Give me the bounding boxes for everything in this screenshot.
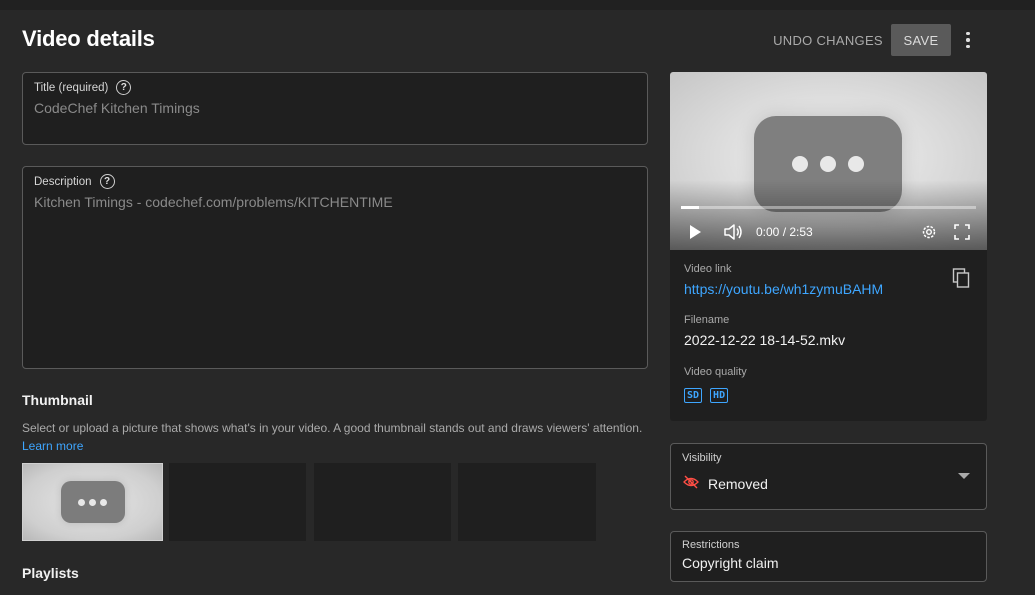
- title-field[interactable]: Title (required) ? CodeChef Kitchen Timi…: [22, 72, 648, 145]
- thumbnail-option-3[interactable]: [314, 463, 451, 541]
- help-icon[interactable]: ?: [99, 174, 115, 189]
- visibility-dropdown[interactable]: Visibility Removed: [670, 443, 987, 510]
- page-title: Video details: [22, 26, 155, 51]
- copy-icon[interactable]: [952, 268, 970, 293]
- fullscreen-icon[interactable]: [953, 222, 971, 242]
- description-field[interactable]: Description ? Kitchen Timings - codechef…: [22, 166, 648, 369]
- time-display: 0:00 / 2:53: [756, 225, 813, 239]
- title-input[interactable]: CodeChef Kitchen Timings: [34, 100, 200, 116]
- chevron-down-icon: [958, 473, 970, 479]
- thumbnail-heading: Thumbnail: [22, 392, 93, 408]
- video-quality-label: Video quality: [684, 366, 747, 378]
- undo-changes-button[interactable]: UNDO CHANGES: [770, 24, 886, 56]
- quality-badges: SD HD: [684, 388, 729, 403]
- title-label: Title (required) ?: [34, 80, 132, 95]
- sd-badge: SD: [684, 388, 703, 403]
- video-preview-card: 0:00 / 2:53 Video link https://youtu.be/…: [670, 72, 987, 421]
- progress-bar[interactable]: [681, 206, 976, 209]
- play-icon[interactable]: [688, 222, 702, 242]
- filename-label: Filename: [684, 314, 730, 326]
- restrictions-field: Restrictions Copyright claim: [670, 531, 987, 582]
- processing-placeholder-icon: [60, 481, 125, 523]
- learn-more-link[interactable]: Learn more: [22, 439, 83, 453]
- description-input[interactable]: Kitchen Timings - codechef.com/problems/…: [34, 194, 393, 210]
- visibility-value: Removed: [708, 475, 768, 492]
- top-strip: [0, 0, 1035, 10]
- save-button[interactable]: SAVE: [891, 24, 951, 56]
- restrictions-value: Copyright claim: [682, 555, 779, 571]
- thumbnail-option-1[interactable]: [22, 463, 163, 541]
- description-label: Description ?: [34, 174, 115, 189]
- video-player[interactable]: 0:00 / 2:53: [670, 72, 987, 250]
- player-gradient: [670, 180, 987, 250]
- progress-fill: [681, 206, 699, 209]
- more-vert-icon[interactable]: [956, 28, 980, 52]
- visibility-label: Visibility: [682, 452, 722, 464]
- gear-icon[interactable]: [920, 222, 938, 242]
- thumbnail-description: Select or upload a picture that shows wh…: [22, 421, 643, 435]
- help-icon[interactable]: ?: [116, 80, 132, 95]
- eye-off-icon: [683, 475, 699, 492]
- visibility-value-row: Removed: [683, 475, 768, 492]
- thumbnail-option-4[interactable]: [458, 463, 596, 541]
- video-link-label: Video link: [684, 263, 732, 275]
- hd-badge: HD: [710, 388, 729, 403]
- playlists-heading: Playlists: [22, 565, 79, 581]
- thumbnail-option-2[interactable]: [169, 463, 306, 541]
- video-link[interactable]: https://youtu.be/wh1zymuBAHM: [684, 281, 883, 297]
- filename-value: 2022-12-22 18-14-52.mkv: [684, 332, 846, 348]
- volume-icon[interactable]: [723, 222, 743, 242]
- restrictions-label: Restrictions: [682, 539, 740, 551]
